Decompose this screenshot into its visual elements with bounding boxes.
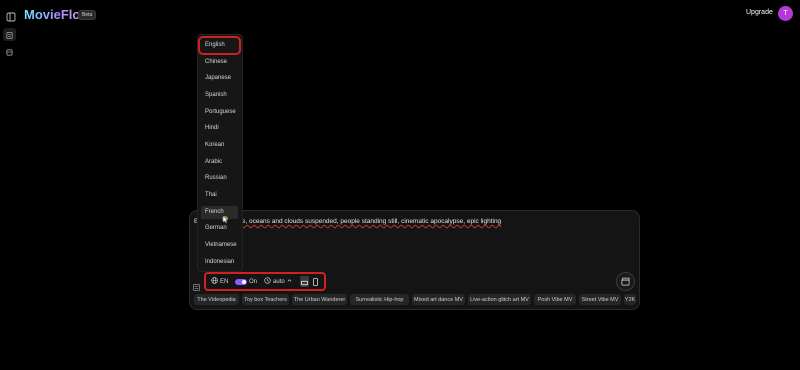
toggle-switch[interactable]: [235, 278, 247, 285]
style-chip[interactable]: Surrealistic Hip-hop: [350, 294, 409, 305]
audio-toggle[interactable]: On: [235, 276, 257, 287]
generate-button[interactable]: [616, 272, 635, 291]
box-icon: [6, 43, 13, 61]
app-root: MovieFlow Beta Upgrade T E space, oceans…: [0, 0, 800, 370]
landscape-ratio-button[interactable]: [300, 276, 309, 287]
language-option-arabic[interactable]: Arabic: [201, 156, 238, 169]
toggle-label: On: [249, 278, 258, 285]
language-option-german[interactable]: German: [201, 222, 238, 235]
language-label: EN: [220, 278, 229, 285]
language-option-indonesian[interactable]: Indonesian: [201, 256, 238, 269]
duration-label: auto: [273, 278, 285, 285]
sidebar-toggle-icon[interactable]: [6, 9, 16, 22]
language-option-japanese[interactable]: Japanese: [201, 72, 238, 85]
prompt-text: space, oceans and clouds suspended, peop…: [228, 218, 502, 225]
clock-icon: [264, 277, 271, 286]
document-icon: [6, 26, 13, 44]
language-option-french[interactable]: French: [201, 206, 238, 219]
sidebar-item-document[interactable]: [3, 28, 16, 41]
language-option-english[interactable]: English: [198, 36, 241, 55]
landscape-icon: [301, 273, 308, 291]
style-chip[interactable]: Posh Vibe MV: [534, 294, 576, 305]
language-option-russian[interactable]: Russian: [201, 172, 238, 185]
portrait-ratio-button[interactable]: [311, 276, 319, 287]
globe-icon: [211, 277, 218, 286]
language-option-spanish[interactable]: Spanish: [201, 89, 238, 102]
language-option-hindi[interactable]: Hindi: [201, 122, 238, 135]
style-chip[interactable]: The Urban Wanderer: [292, 294, 347, 305]
portrait-icon: [312, 273, 318, 291]
sidebar-item-box[interactable]: [3, 45, 16, 58]
style-chip[interactable]: Live-action glitch art MV: [468, 294, 531, 305]
language-option-chinese[interactable]: Chinese: [201, 56, 238, 69]
language-dropdown: English Chinese Japanese Spanish Portugu…: [197, 34, 243, 272]
language-option-korean[interactable]: Korean: [201, 139, 238, 152]
style-chip[interactable]: The Videopedia: [194, 294, 239, 305]
upgrade-link[interactable]: Upgrade: [746, 9, 773, 16]
avatar[interactable]: T: [778, 6, 793, 21]
chevron-up-icon: [287, 278, 292, 285]
language-option-portuguese[interactable]: Portuguese: [201, 106, 238, 119]
style-chip[interactable]: Toy box Teachers: [242, 294, 289, 305]
prompt-input[interactable]: space, oceans and clouds suspended, peop…: [228, 218, 501, 225]
style-chip[interactable]: Y2K: [624, 294, 636, 305]
mouse-cursor-icon: [222, 211, 229, 229]
style-chip[interactable]: Street Vibe MV: [579, 294, 621, 305]
clapperboard-icon: [621, 273, 630, 291]
generation-toolbar: EN On auto: [204, 272, 326, 291]
beta-badge: Beta: [78, 10, 97, 20]
duration-selector[interactable]: auto: [264, 276, 292, 287]
language-option-vietnamese[interactable]: Vietnamese: [201, 239, 238, 252]
language-selector[interactable]: EN: [211, 276, 228, 287]
language-option-thai[interactable]: Thai: [201, 189, 238, 202]
style-chip[interactable]: Mixed art dance MV: [412, 294, 465, 305]
